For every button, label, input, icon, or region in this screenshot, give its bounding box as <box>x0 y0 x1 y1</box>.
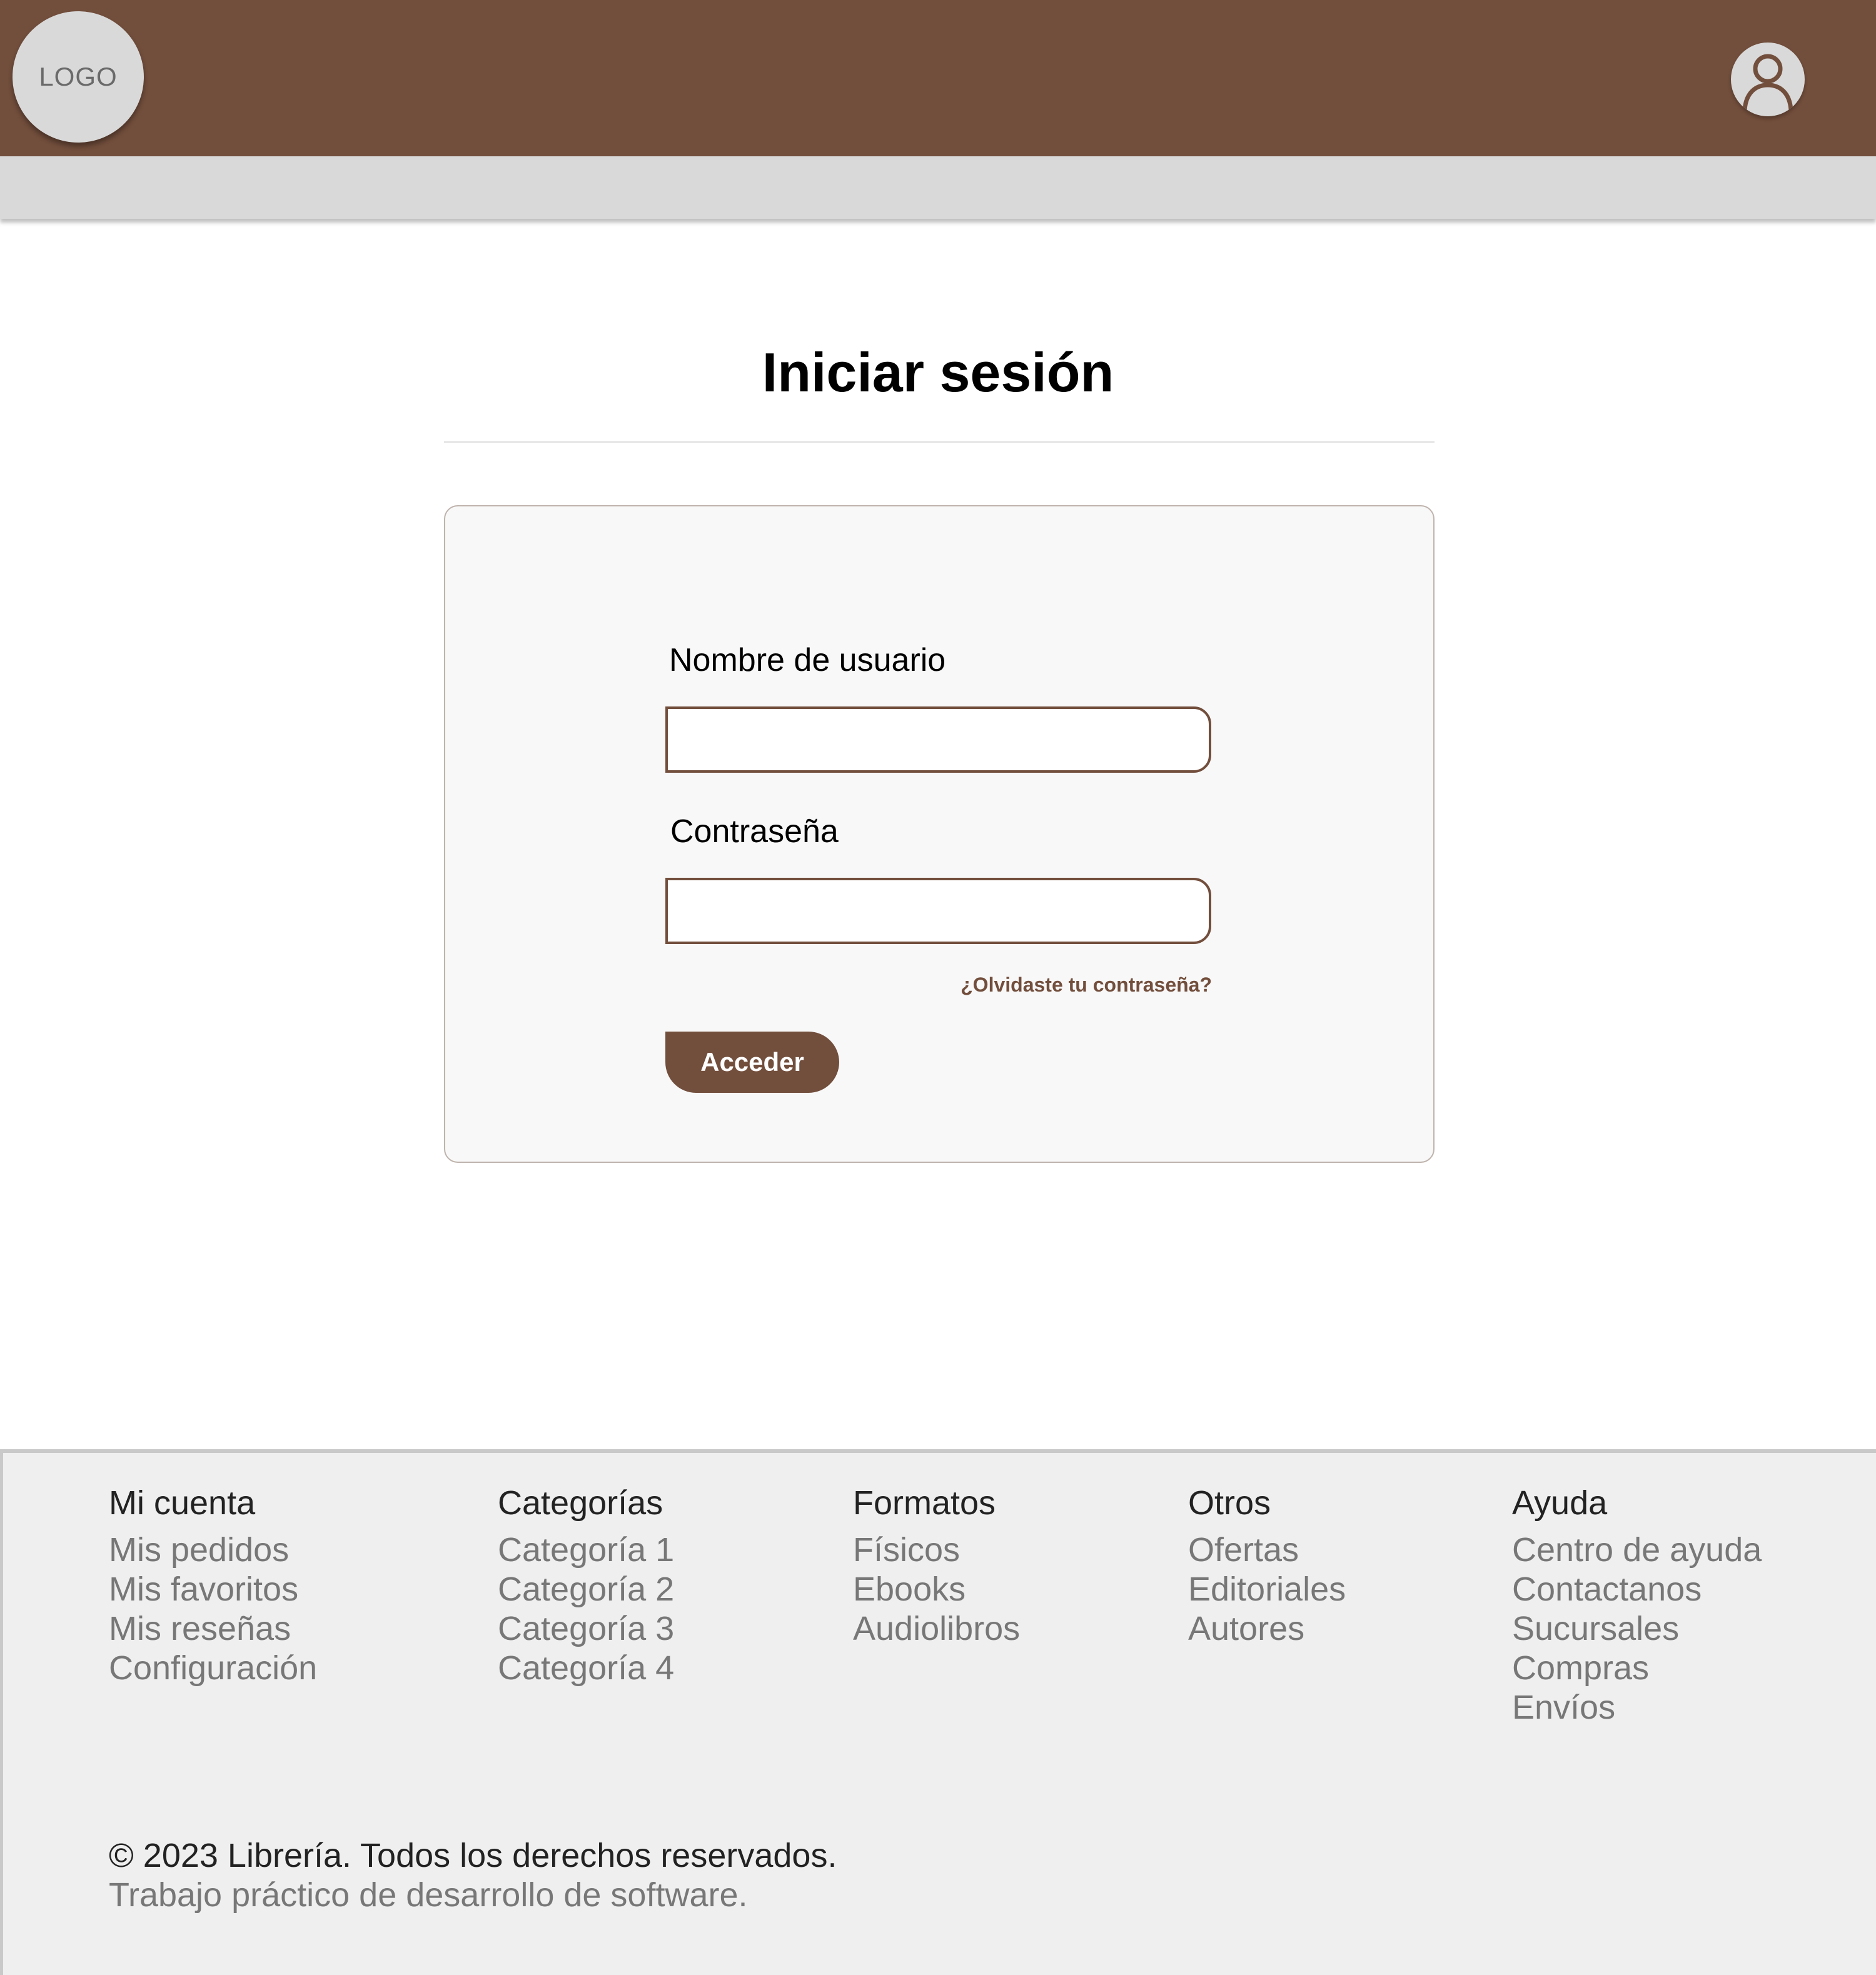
footer-column-categorias: Categorías Categoría 1 Categoría 2 Categ… <box>498 1483 674 1688</box>
footer-link[interactable]: Contactanos <box>1512 1570 1762 1609</box>
footer-link[interactable]: Sucursales <box>1512 1609 1762 1649</box>
footer-column-ayuda: Ayuda Centro de ayuda Contactanos Sucurs… <box>1512 1483 1762 1727</box>
username-label: Nombre de usuario <box>669 642 946 678</box>
user-icon <box>1742 54 1793 111</box>
page-title: Iniciar sesión <box>762 341 1114 403</box>
logo[interactable]: LOGO <box>13 11 144 143</box>
footer-link[interactable]: Autores <box>1188 1609 1346 1649</box>
title-divider <box>444 441 1435 443</box>
footer-column-formatos: Formatos Físicos Ebooks Audiolibros <box>853 1483 1020 1649</box>
footer-column-title: Otros <box>1188 1484 1271 1522</box>
copyright-text: © 2023 Librería. Todos los derechos rese… <box>109 1837 837 1874</box>
user-account-button[interactable] <box>1731 43 1805 116</box>
forgot-password-link[interactable]: ¿Olvidaste tu contraseña? <box>956 973 1212 997</box>
footer-link[interactable]: Categoría 1 <box>498 1530 674 1570</box>
footer-link[interactable]: Centro de ayuda <box>1512 1530 1762 1570</box>
footer-link[interactable]: Editoriales <box>1188 1570 1346 1609</box>
footer-subtitle: Trabajo práctico de desarrollo de softwa… <box>109 1876 748 1914</box>
footer-column-otros: Otros Ofertas Editoriales Autores <box>1188 1483 1346 1649</box>
footer-link[interactable]: Mis favoritos <box>109 1570 317 1609</box>
footer-column-title: Ayuda <box>1512 1484 1608 1522</box>
login-submit-button[interactable]: Acceder <box>665 1032 839 1093</box>
footer-column-title: Formatos <box>853 1484 996 1522</box>
footer-link[interactable]: Ebooks <box>853 1570 1020 1609</box>
password-label: Contraseña <box>670 813 839 850</box>
footer-link[interactable]: Categoría 3 <box>498 1609 674 1649</box>
footer-link[interactable]: Compras <box>1512 1649 1762 1688</box>
footer-column-title: Categorías <box>498 1484 663 1522</box>
footer-link[interactable]: Audiolibros <box>853 1609 1020 1649</box>
footer-link[interactable]: Mis pedidos <box>109 1530 317 1570</box>
password-input[interactable] <box>665 878 1211 944</box>
username-input[interactable] <box>665 706 1211 773</box>
footer-link[interactable]: Configuración <box>109 1649 317 1688</box>
top-header: LOGO <box>0 0 1876 156</box>
footer-link[interactable]: Físicos <box>853 1530 1020 1570</box>
footer-link[interactable]: Categoría 2 <box>498 1570 674 1609</box>
footer-link[interactable]: Categoría 4 <box>498 1649 674 1688</box>
footer-column-mi-cuenta: Mi cuenta Mis pedidos Mis favoritos Mis … <box>109 1483 317 1688</box>
footer-column-title: Mi cuenta <box>109 1484 256 1522</box>
login-card <box>444 505 1435 1163</box>
navigation-bar <box>0 156 1876 219</box>
footer-link[interactable]: Envíos <box>1512 1688 1762 1727</box>
footer-link[interactable]: Mis reseñas <box>109 1609 317 1649</box>
footer-link[interactable]: Ofertas <box>1188 1530 1346 1570</box>
